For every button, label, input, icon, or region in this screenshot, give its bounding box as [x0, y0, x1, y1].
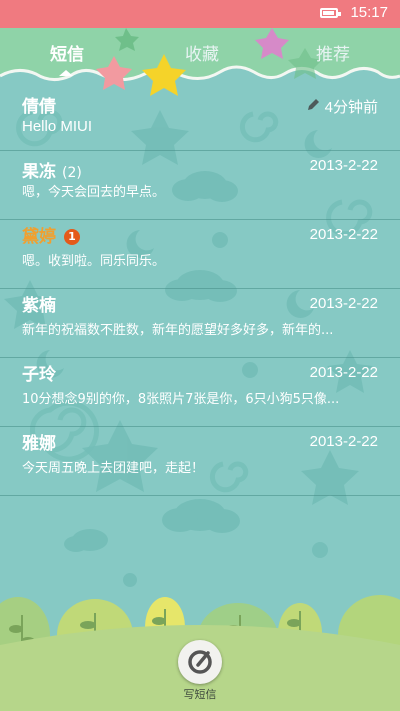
message-preview: 新年的祝福数不胜数，新年的愿望好多好多，新年的...	[22, 323, 334, 338]
message-preview: Hello MIUI	[22, 118, 93, 135]
message-count: (2)	[62, 165, 82, 181]
contact-name: 紫楠	[22, 296, 56, 316]
conversation-row[interactable]: 黛婷 1 2013-2-22 嗯。收到啦。同乐同乐。	[0, 220, 400, 289]
compose-button[interactable]	[178, 640, 222, 684]
conversation-row[interactable]: 子玲 2013-2-22 10分想念9别的你，8张照片7张是你，6只小狗5只像.…	[0, 358, 400, 427]
conversation-row[interactable]: 果冻 (2) 2013-2-22 嗯，今天会回去的早点。	[0, 151, 400, 220]
compose-label: 写短信	[183, 688, 217, 701]
tab-recommended[interactable]: 推荐	[316, 40, 350, 65]
status-bar: 15:17	[0, 0, 400, 28]
pencil-icon	[308, 99, 319, 110]
contact-name: 黛婷 1	[22, 222, 80, 247]
message-date: 2013-2-22	[309, 295, 378, 312]
contact-name: 果冻 (2)	[22, 162, 82, 182]
contact-name: 雅娜	[22, 434, 56, 454]
message-date: 2013-2-22	[309, 364, 378, 381]
battery-icon	[320, 8, 341, 18]
contact-name: 子玲	[22, 365, 56, 385]
conversation-list: 倩倩 4分钟前 Hello MIUI 果冻 (2) 2013-2-22 嗯，今天会…	[0, 90, 400, 496]
tab-header: 短信 收藏 推荐	[0, 28, 400, 96]
conversation-row[interactable]: 倩倩 4分钟前 Hello MIUI	[0, 90, 400, 151]
message-preview: 今天周五晚上去团建吧，走起！	[22, 461, 205, 476]
message-preview: 10分想念9别的你，8张照片7张是你，6只小狗5只像...	[22, 392, 340, 407]
conversation-row[interactable]: 紫楠 2013-2-22 新年的祝福数不胜数，新年的愿望好多好多，新年的...	[0, 289, 400, 358]
message-date: 2013-2-22	[309, 157, 378, 174]
unread-badge: 1	[64, 229, 80, 245]
tab-messages[interactable]: 短信	[50, 40, 84, 65]
message-date: 2013-2-22	[309, 433, 378, 450]
contact-name: 倩倩	[22, 97, 56, 117]
message-preview: 嗯，今天会回去的早点。	[22, 185, 166, 200]
active-tab-indicator	[59, 70, 73, 76]
conversation-row[interactable]: 雅娜 2013-2-22 今天周五晚上去团建吧，走起！	[0, 427, 400, 496]
message-preview: 嗯。收到啦。同乐同乐。	[22, 254, 166, 269]
message-time: 4分钟前	[324, 99, 378, 116]
message-date: 2013-2-22	[309, 226, 378, 243]
compose-icon	[188, 650, 212, 674]
status-time: 15:17	[350, 4, 388, 21]
